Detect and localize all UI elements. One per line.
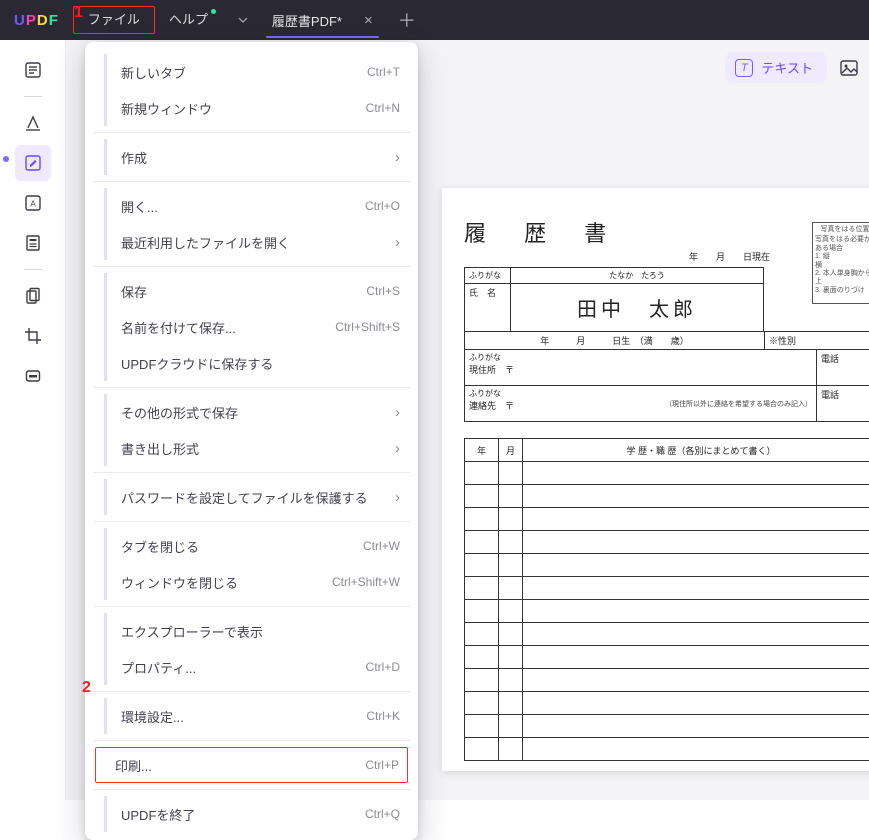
menu-show-explorer[interactable]: エクスプローラーで表示 (85, 613, 418, 649)
document-tab[interactable]: 履歴書PDF* × (256, 2, 389, 38)
title-bar: UPDF ファイル ヘルプ 履歴書PDF* × ＋ (0, 0, 869, 40)
photo-placeholder: 写真をはる位置 写真をはる必要がある場合 1. 縦 横 2. 本人単身胸から上 … (812, 222, 869, 304)
menu-create[interactable]: 作成 › (85, 139, 418, 175)
menu-properties[interactable]: プロパティ... Ctrl+D (85, 649, 418, 685)
menu-close-window[interactable]: ウィンドウを閉じる Ctrl+Shift+W (85, 564, 418, 600)
callout-2: 2 (82, 679, 91, 697)
file-dropdown-menu: 新しいタブ Ctrl+T 新規ウィンドウ Ctrl+N 作成 › 開く... C… (85, 42, 418, 840)
name-table: ふりがな たなか たろう 氏 名 田中 太郎 (464, 267, 764, 332)
notification-dot-icon (211, 9, 216, 14)
birth-table: 年 月 日生 （満 歳） ※性別 (464, 331, 869, 350)
menu-export[interactable]: 書き出し形式 › (85, 430, 418, 466)
menu-help[interactable]: ヘルプ (155, 6, 222, 34)
menu-print[interactable]: 印刷... Ctrl+P (95, 747, 408, 783)
address-table: ふりがな 現住所 〒 電話 ふりがな 連絡先 〒（現住所以外に連絡を希望する場合… (464, 349, 869, 422)
left-tool-rail: A (0, 40, 66, 800)
menu-open[interactable]: 開く... Ctrl+O (85, 188, 418, 224)
rail-highlight-button[interactable] (15, 105, 51, 141)
resume-page: 写真をはる位置 写真をはる必要がある場合 1. 縦 横 2. 本人単身胸から上 … (442, 188, 869, 771)
close-tab-icon[interactable]: × (364, 12, 373, 29)
chevron-right-icon: › (395, 404, 400, 421)
menu-save-as[interactable]: 名前を付けて保存... Ctrl+Shift+S (85, 309, 418, 345)
active-indicator-icon (3, 156, 9, 162)
resume-title: 履 歴 書 (464, 216, 869, 248)
app-logo: UPDF (14, 12, 59, 29)
top-right-tools: T テキスト (725, 52, 861, 83)
menu-new-tab[interactable]: 新しいタブ Ctrl+T (85, 54, 418, 90)
rail-crop-button[interactable] (15, 318, 51, 354)
menu-quit[interactable]: UPDFを終了 Ctrl+Q (85, 796, 418, 832)
document-tab-title: 履歴書PDF* (272, 11, 342, 30)
resume-date: 年 月 日現在 (464, 250, 869, 263)
menu-protect[interactable]: パスワードを設定してファイルを保護する › (85, 479, 418, 515)
text-tool-icon: T (735, 59, 753, 77)
menu-help-label: ヘルプ (169, 12, 208, 27)
image-tool-button[interactable] (837, 56, 861, 80)
rail-reader-button[interactable] (15, 52, 51, 88)
resume-name: 田中 太郎 (577, 299, 697, 321)
menu-save-other[interactable]: その他の形式で保存 › (85, 394, 418, 430)
menu-save-cloud[interactable]: UPDFクラウドに保存する (85, 345, 418, 381)
svg-text:A: A (30, 200, 36, 209)
history-table: 年 月 学 歴・職 歴（各別にまとめて書く） (464, 438, 869, 761)
text-tool-button[interactable]: T テキスト (725, 52, 827, 83)
callout-1: 1 (74, 4, 83, 22)
chevron-right-icon: › (395, 440, 400, 457)
menu-file-label: ファイル (88, 12, 140, 27)
rail-organize-button[interactable] (15, 278, 51, 314)
menu-save[interactable]: 保存 Ctrl+S (85, 273, 418, 309)
menu-preferences[interactable]: 環境設定... Ctrl+K (85, 698, 418, 734)
rail-form-button[interactable] (15, 225, 51, 261)
chevron-right-icon: › (395, 489, 400, 506)
text-tool-label: テキスト (761, 58, 813, 77)
tab-bar: 履歴書PDF* × ＋ (230, 0, 425, 40)
menu-open-recent[interactable]: 最近利用したファイルを開く › (85, 224, 418, 260)
rail-ocr-button[interactable]: A (15, 185, 51, 221)
new-tab-button[interactable]: ＋ (389, 7, 425, 33)
rail-redact-button[interactable] (15, 358, 51, 394)
chevron-right-icon: › (395, 149, 400, 166)
chevron-right-icon: › (395, 234, 400, 251)
menu-new-window[interactable]: 新規ウィンドウ Ctrl+N (85, 90, 418, 126)
rail-edit-button[interactable] (15, 145, 51, 181)
menu-close-tab[interactable]: タブを閉じる Ctrl+W (85, 528, 418, 564)
menu-file[interactable]: ファイル (73, 6, 155, 34)
tab-dropdown-button[interactable] (230, 2, 256, 38)
